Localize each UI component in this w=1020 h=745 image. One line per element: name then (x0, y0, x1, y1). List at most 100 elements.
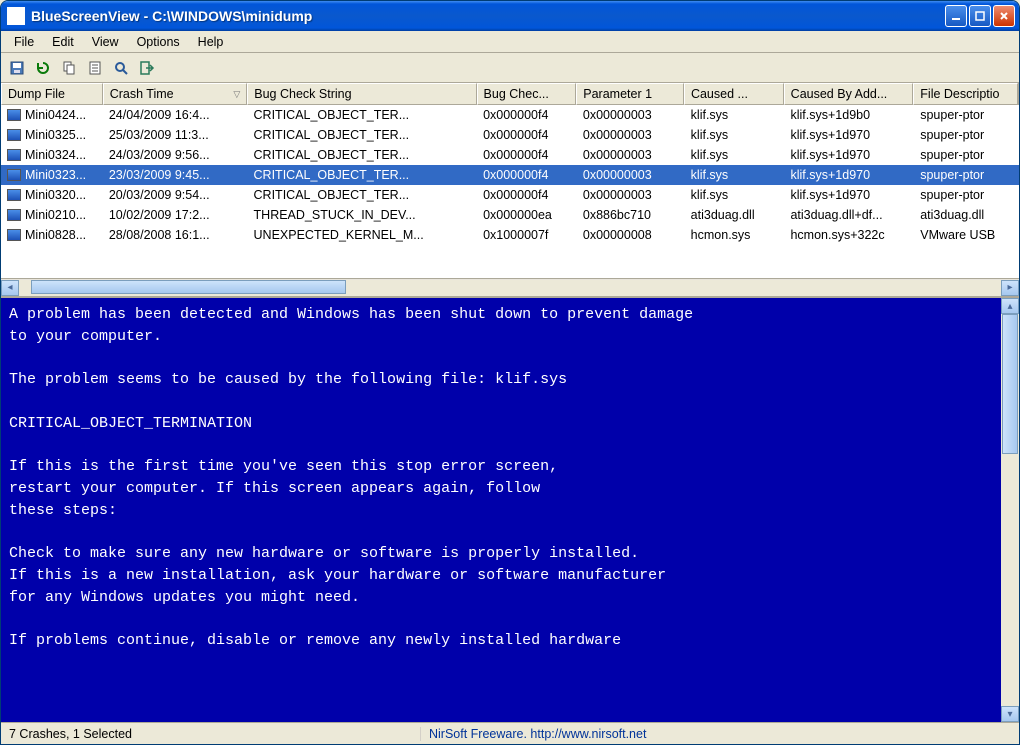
cell-file-desc: spuper-ptor (914, 147, 1019, 163)
cell-file-desc: spuper-ptor (914, 187, 1019, 203)
horizontal-scrollbar[interactable]: ◂ ▸ (1, 278, 1019, 296)
header-caused-by[interactable]: Caused ... (684, 83, 784, 105)
cell-crash-time: 25/03/2009 11:3... (103, 127, 248, 143)
crash-rows: Mini0424...24/04/2009 16:4...CRITICAL_OB… (1, 105, 1019, 245)
cell-bug-check-code: 0x000000f4 (477, 167, 577, 183)
copy-icon[interactable] (59, 58, 79, 78)
scroll-right-arrow[interactable]: ▸ (1001, 280, 1019, 296)
cell-parameter1: 0x00000003 (577, 127, 685, 143)
header-crash-time[interactable]: Crash Time ▽ (103, 83, 248, 105)
scroll-left-arrow[interactable]: ◂ (1, 280, 19, 296)
cell-dump-file: Mini0323... (1, 167, 103, 183)
cell-bug-check-string: CRITICAL_OBJECT_TER... (248, 127, 478, 143)
save-icon[interactable] (7, 58, 27, 78)
scroll-up-arrow[interactable]: ▴ (1001, 298, 1019, 314)
cell-bug-check-string: CRITICAL_OBJECT_TER... (248, 107, 478, 123)
cell-crash-time: 24/04/2009 16:4... (103, 107, 248, 123)
cell-bug-check-string: CRITICAL_OBJECT_TER... (248, 167, 478, 183)
find-icon[interactable] (111, 58, 131, 78)
status-crash-count: 7 Crashes, 1 Selected (1, 727, 421, 741)
table-row[interactable]: Mini0323...23/03/2009 9:45...CRITICAL_OB… (1, 165, 1019, 185)
cell-parameter1: 0x00000003 (577, 147, 685, 163)
cell-bug-check-code: 0x1000007f (477, 227, 577, 243)
header-bug-check-string[interactable]: Bug Check String (247, 83, 476, 105)
scroll-thumb[interactable] (31, 280, 346, 294)
monitor-icon (7, 129, 21, 141)
table-row[interactable]: Mini0320...20/03/2009 9:54...CRITICAL_OB… (1, 185, 1019, 205)
cell-file-desc: VMware USB (914, 227, 1019, 243)
vscroll-track[interactable] (1001, 454, 1019, 706)
header-file-desc[interactable]: File Descriptio (913, 83, 1018, 105)
cell-bug-check-string: UNEXPECTED_KERNEL_M... (248, 227, 478, 243)
cell-dump-file: Mini0320... (1, 187, 103, 203)
cell-crash-time: 10/02/2009 17:2... (103, 207, 248, 223)
cell-file-desc: spuper-ptor (914, 107, 1019, 123)
header-bug-check-code[interactable]: Bug Chec... (477, 83, 577, 105)
table-row[interactable]: Mini0324...24/03/2009 9:56...CRITICAL_OB… (1, 145, 1019, 165)
table-row[interactable]: Mini0210...10/02/2009 17:2...THREAD_STUC… (1, 205, 1019, 225)
bsod-preview-pane: A problem has been detected and Windows … (1, 296, 1019, 722)
cell-crash-time: 23/03/2009 9:45... (103, 167, 248, 183)
header-caused-by-addr[interactable]: Caused By Add... (784, 83, 914, 105)
window-title: BlueScreenView - C:\WINDOWS\minidump (31, 8, 945, 24)
monitor-icon (7, 229, 21, 241)
cell-dump-file: Mini0210... (1, 207, 103, 223)
cell-parameter1: 0x00000003 (577, 167, 685, 183)
toolbar (1, 53, 1019, 83)
sort-desc-icon: ▽ (233, 89, 240, 100)
cell-file-desc: spuper-ptor (914, 127, 1019, 143)
table-row[interactable]: Mini0828...28/08/2008 16:1...UNEXPECTED_… (1, 225, 1019, 245)
cell-crash-time: 28/08/2008 16:1... (103, 227, 248, 243)
properties-icon[interactable] (85, 58, 105, 78)
status-credits: NirSoft Freeware. http://www.nirsoft.net (421, 727, 1019, 741)
cell-bug-check-code: 0x000000f4 (477, 107, 577, 123)
header-dump-file[interactable]: Dump File (1, 83, 103, 105)
menu-view[interactable]: View (83, 33, 128, 51)
scroll-track[interactable] (19, 280, 1001, 296)
cell-bug-check-string: CRITICAL_OBJECT_TER... (248, 147, 478, 163)
scroll-down-arrow[interactable]: ▾ (1001, 706, 1019, 722)
menu-options[interactable]: Options (128, 33, 189, 51)
vertical-scrollbar[interactable]: ▴ ▾ (1001, 298, 1019, 722)
maximize-button[interactable] (969, 5, 991, 27)
cell-dump-file: Mini0324... (1, 147, 103, 163)
header-crash-time-label: Crash Time (110, 87, 174, 101)
cell-caused-by: klif.sys (685, 127, 785, 143)
cell-parameter1: 0x886bc710 (577, 207, 685, 223)
monitor-icon (7, 189, 21, 201)
cell-bug-check-code: 0x000000f4 (477, 127, 577, 143)
cell-caused-by-addr: klif.sys+1d970 (784, 147, 914, 163)
title-bar[interactable]: BlueScreenView - C:\WINDOWS\minidump (1, 1, 1019, 31)
menu-edit[interactable]: Edit (43, 33, 83, 51)
cell-caused-by: klif.sys (685, 167, 785, 183)
monitor-icon (7, 169, 21, 181)
cell-file-desc: ati3duag.dll (914, 207, 1019, 223)
vscroll-thumb[interactable] (1002, 314, 1018, 454)
minimize-button[interactable] (945, 5, 967, 27)
cell-crash-time: 24/03/2009 9:56... (103, 147, 248, 163)
cell-bug-check-code: 0x000000f4 (477, 147, 577, 163)
menu-file[interactable]: File (5, 33, 43, 51)
cell-bug-check-code: 0x000000ea (477, 207, 577, 223)
table-row[interactable]: Mini0424...24/04/2009 16:4...CRITICAL_OB… (1, 105, 1019, 125)
table-row[interactable]: Mini0325...25/03/2009 11:3...CRITICAL_OB… (1, 125, 1019, 145)
app-icon (7, 7, 25, 25)
cell-caused-by-addr: klif.sys+1d970 (784, 127, 914, 143)
menu-help[interactable]: Help (189, 33, 233, 51)
cell-caused-by: hcmon.sys (685, 227, 785, 243)
exit-icon[interactable] (137, 58, 157, 78)
cell-caused-by-addr: klif.sys+1d970 (784, 187, 914, 203)
cell-caused-by: klif.sys (685, 107, 785, 123)
close-button[interactable] (993, 5, 1015, 27)
crash-list-pane: Dump File Crash Time ▽ Bug Check String B… (1, 83, 1019, 278)
cell-bug-check-string: THREAD_STUCK_IN_DEV... (248, 207, 478, 223)
refresh-icon[interactable] (33, 58, 53, 78)
cell-caused-by: klif.sys (685, 187, 785, 203)
cell-caused-by: klif.sys (685, 147, 785, 163)
cell-bug-check-string: CRITICAL_OBJECT_TER... (248, 187, 478, 203)
cell-crash-time: 20/03/2009 9:54... (103, 187, 248, 203)
cell-dump-file: Mini0828... (1, 227, 103, 243)
header-parameter1[interactable]: Parameter 1 (576, 83, 684, 105)
cell-parameter1: 0x00000003 (577, 187, 685, 203)
cell-parameter1: 0x00000003 (577, 107, 685, 123)
